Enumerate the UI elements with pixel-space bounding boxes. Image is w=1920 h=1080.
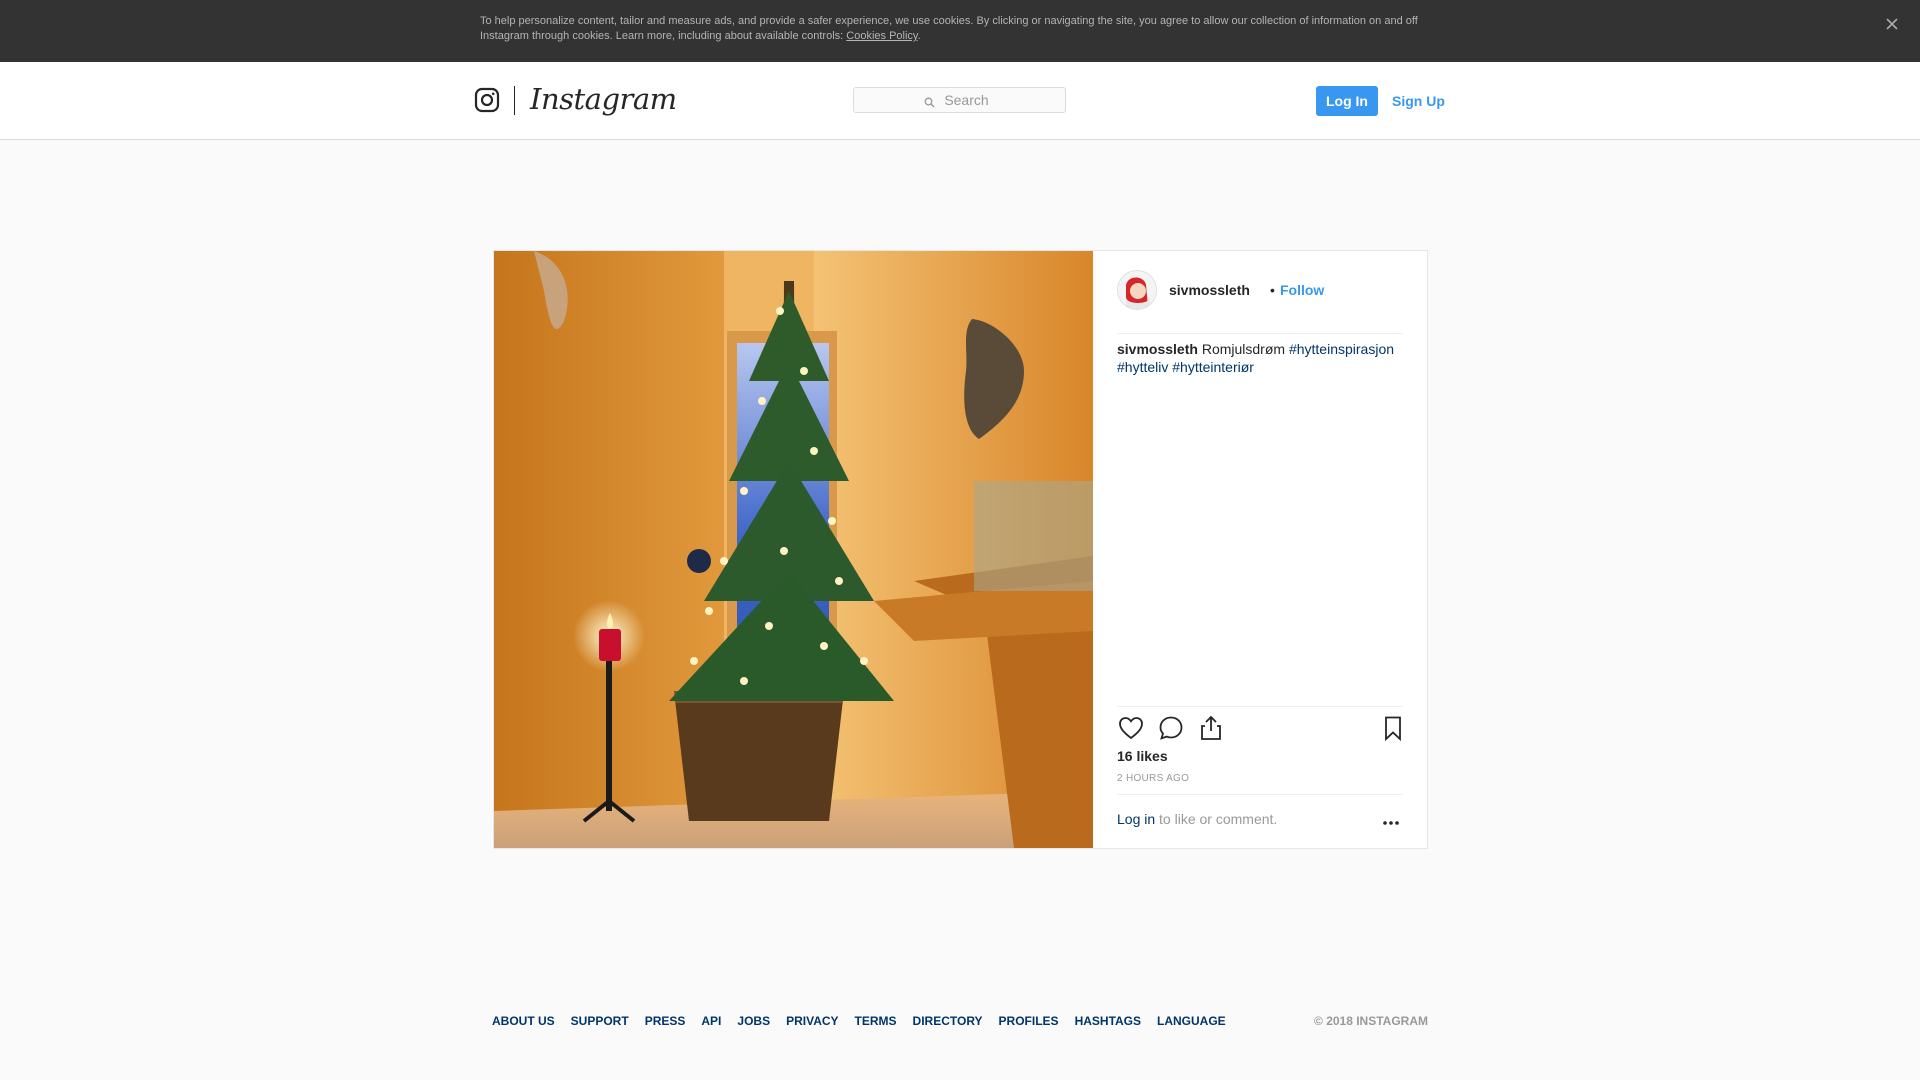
share-icon[interactable] — [1197, 714, 1225, 742]
hashtag-link[interactable]: #hytteinteriør — [1172, 359, 1254, 375]
follow-separator: • — [1270, 282, 1275, 298]
cookie-period: . — [917, 30, 921, 42]
login-prompt: Log in to like or comment. — [1117, 811, 1277, 827]
bookmark-icon[interactable] — [1379, 714, 1407, 742]
follow-button[interactable]: Follow — [1280, 282, 1324, 298]
avatar[interactable] — [1117, 270, 1157, 310]
divider — [1117, 794, 1403, 795]
hashtag-link[interactable]: #hytteinspirasjon — [1289, 341, 1394, 357]
close-icon[interactable] — [1882, 14, 1902, 34]
post-header: sivmossleth • Follow — [1117, 270, 1403, 334]
post-sidebar: sivmossleth • Follow sivmossleth Romjuls… — [1093, 251, 1427, 848]
comment-icon[interactable] — [1157, 714, 1185, 742]
post-timestamp: 2 HOURS AGO — [1117, 773, 1190, 784]
post-username[interactable]: sivmossleth — [1169, 282, 1250, 298]
footer-nav: ABOUT US SUPPORT PRESS API JOBS PRIVACY … — [492, 1014, 1226, 1030]
cookie-banner: To help personalize content, tailor and … — [0, 0, 1920, 62]
footer-link-terms[interactable]: TERMS — [855, 1014, 897, 1030]
more-options-icon[interactable] — [1381, 816, 1401, 828]
signup-link[interactable]: Sign Up — [1392, 86, 1445, 116]
search-box[interactable] — [853, 87, 1066, 113]
footer-link-support[interactable]: SUPPORT — [571, 1014, 629, 1030]
footer-link-directory[interactable]: DIRECTORY — [913, 1014, 983, 1030]
footer-link-privacy[interactable]: PRIVACY — [786, 1014, 838, 1030]
copyright: © 2018 INSTAGRAM — [1314, 1014, 1428, 1028]
footer-link-press[interactable]: PRESS — [645, 1014, 686, 1030]
cookies-policy-link[interactable]: Cookies Policy — [846, 30, 917, 42]
divider — [1117, 706, 1403, 707]
login-link[interactable]: Log in — [1117, 811, 1155, 827]
footer-link-api[interactable]: API — [701, 1014, 721, 1030]
hashtag-link[interactable]: #hytteliv — [1117, 359, 1168, 375]
cookie-text-line2: Instagram through cookies. Learn more, i… — [480, 30, 847, 42]
cookie-text-line1: To help personalize content, tailor and … — [480, 15, 1418, 27]
post-card: sivmossleth • Follow sivmossleth Romjuls… — [493, 250, 1428, 849]
top-nav: Instagram Log In Sign Up — [0, 62, 1920, 140]
footer-link-jobs[interactable]: JOBS — [737, 1014, 770, 1030]
footer-link-about[interactable]: ABOUT US — [492, 1014, 555, 1030]
post-caption: sivmossleth Romjulsdrøm #hytteinspirasjo… — [1117, 340, 1407, 376]
footer-link-language[interactable]: LANGUAGE — [1157, 1014, 1226, 1030]
footer-link-profiles[interactable]: PROFILES — [999, 1014, 1059, 1030]
instagram-camera-icon[interactable] — [474, 87, 500, 113]
login-suffix: to like or comment. — [1155, 811, 1278, 827]
cookie-notice-text: To help personalize content, tailor and … — [480, 14, 1420, 44]
footer-link-hashtags[interactable]: HASHTAGS — [1075, 1014, 1141, 1030]
search-input[interactable] — [854, 88, 1065, 112]
logo-divider — [514, 86, 515, 115]
caption-username[interactable]: sivmossleth — [1117, 341, 1198, 357]
caption-text: Romjulsdrøm — [1201, 341, 1286, 357]
heart-icon[interactable] — [1117, 714, 1145, 742]
post-photo[interactable] — [494, 251, 1093, 848]
login-button[interactable]: Log In — [1316, 86, 1378, 116]
likes-count[interactable]: 16 likes — [1117, 748, 1168, 764]
instagram-wordmark[interactable]: Instagram — [530, 82, 677, 116]
